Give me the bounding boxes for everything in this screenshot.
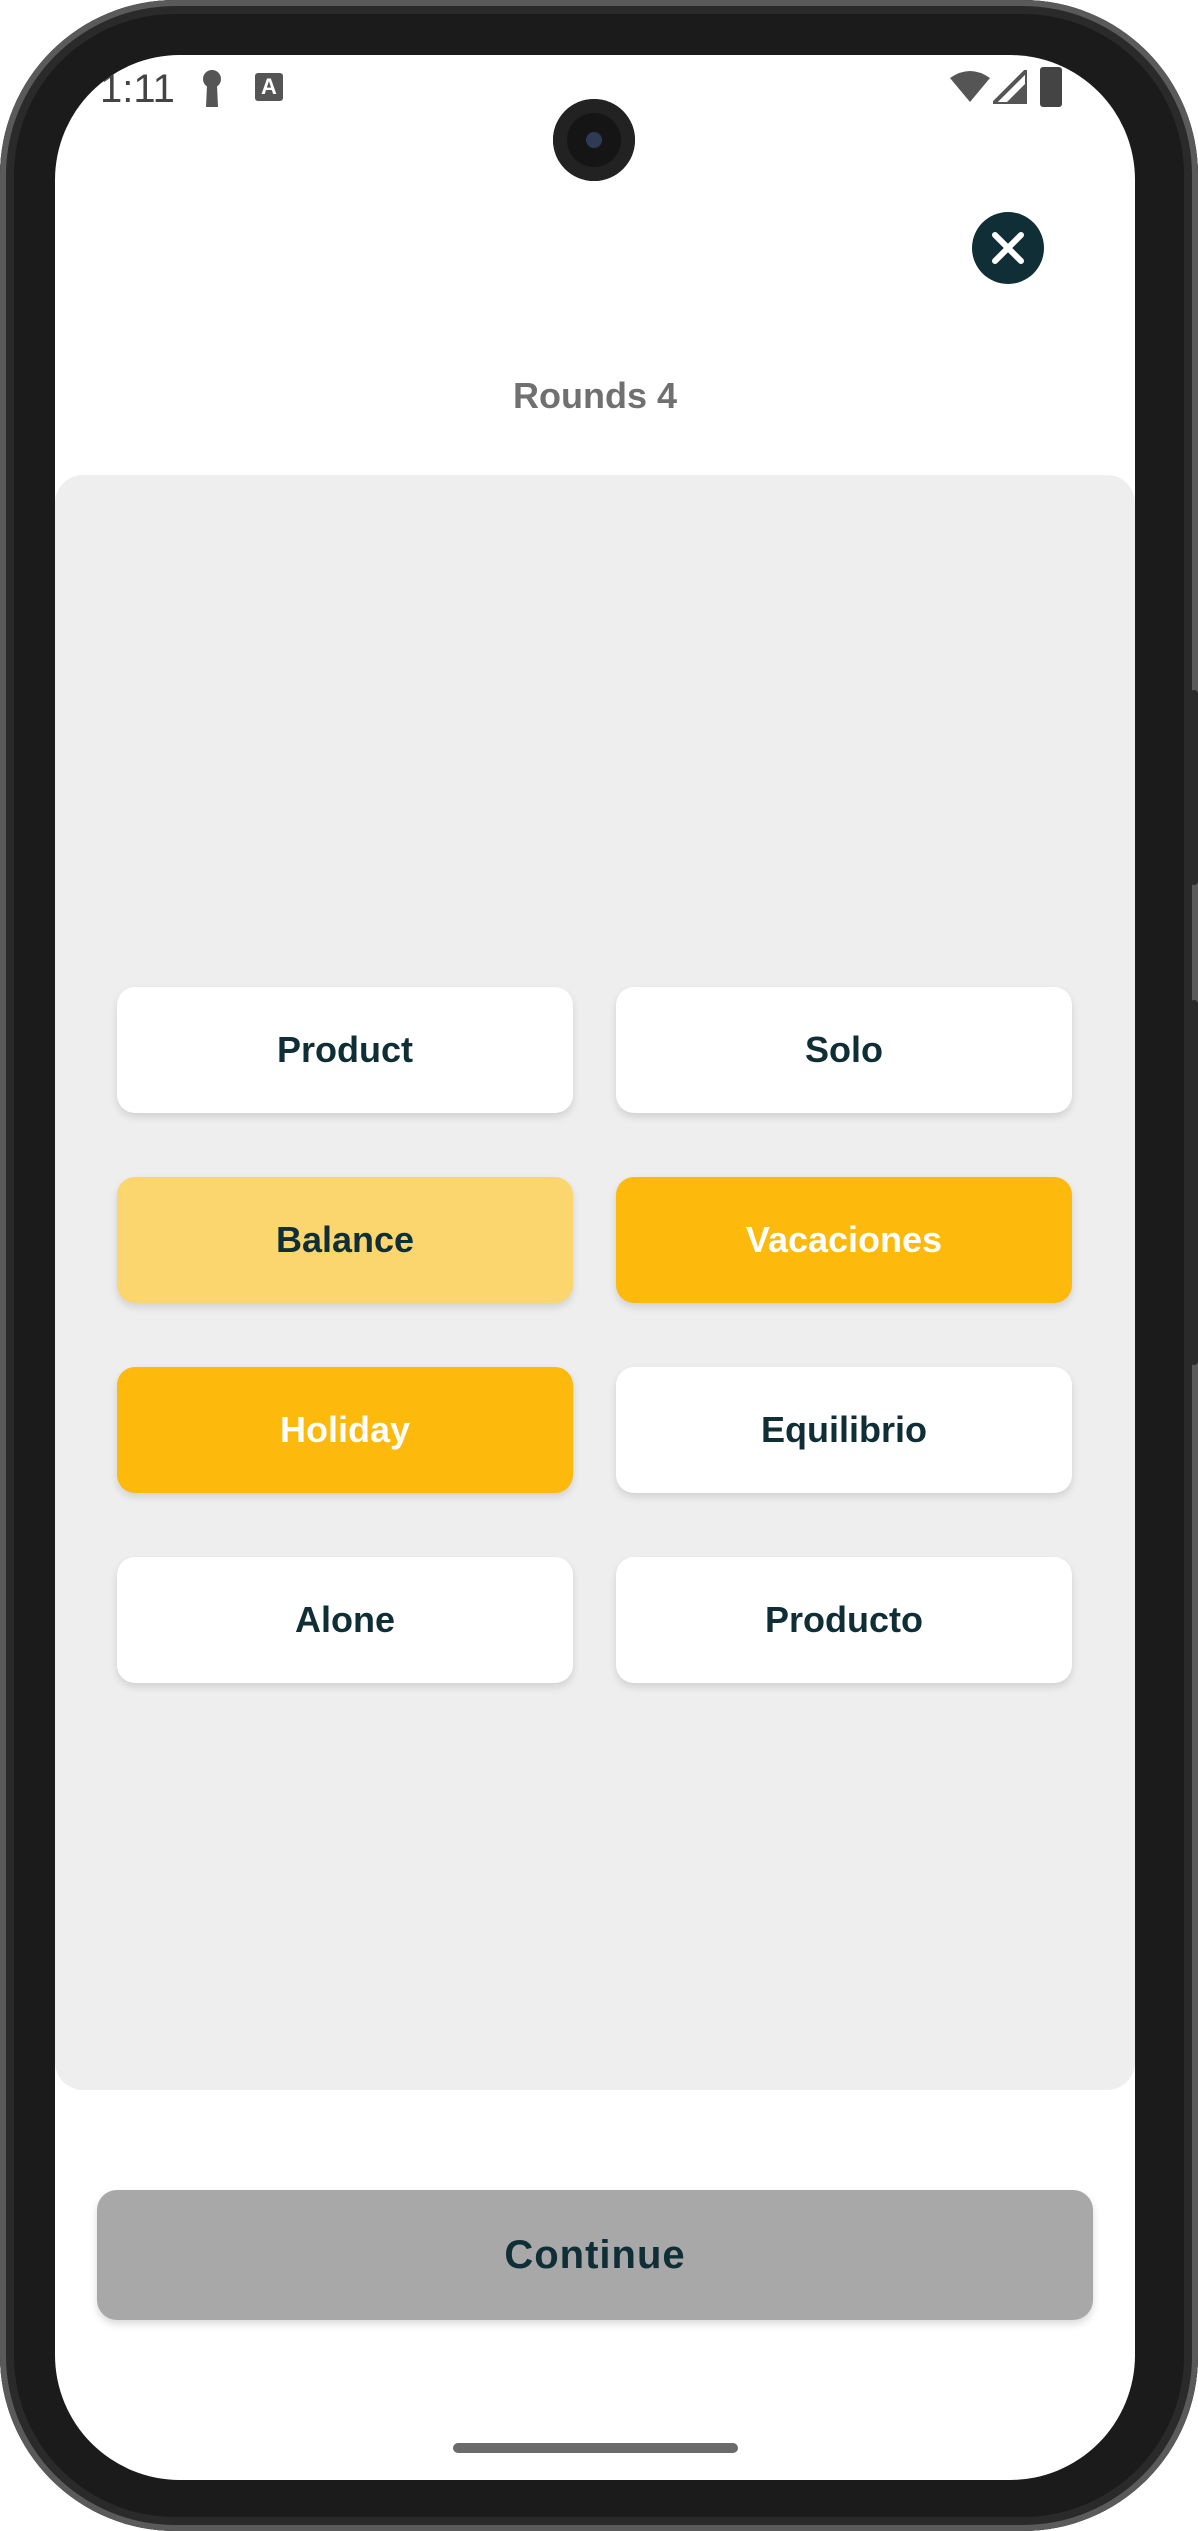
home-indicator[interactable] [453, 2443, 738, 2453]
battery-icon [1040, 67, 1062, 107]
front-camera [553, 99, 635, 181]
tile-solo[interactable]: Solo [616, 987, 1072, 1113]
text-notification-icon: A [255, 73, 283, 101]
tile-equilibrio[interactable]: Equilibrio [616, 1367, 1072, 1493]
phone-frame: 1:11 A Rounds 4 Product Solo Balance Vac… [0, 0, 1198, 2531]
status-time: 1:11 [100, 67, 175, 111]
tile-alone[interactable]: Alone [117, 1557, 573, 1683]
screen: 1:11 A Rounds 4 Product Solo Balance Vac… [55, 55, 1135, 2480]
close-icon [992, 232, 1024, 264]
tile-product[interactable]: Product [117, 987, 573, 1113]
close-button[interactable] [972, 212, 1044, 284]
tile-holiday[interactable]: Holiday [117, 1367, 573, 1493]
rounds-counter: Rounds 4 [512, 375, 677, 416]
vpn-key-icon [203, 70, 221, 107]
volume-button [1190, 690, 1198, 885]
tile-vacaciones[interactable]: Vacaciones [616, 1177, 1072, 1303]
wifi-icon [950, 71, 990, 102]
signal-icon [993, 70, 1027, 104]
power-button [1190, 1000, 1198, 1365]
continue-button[interactable]: Continue [97, 2190, 1093, 2320]
tile-balance[interactable]: Balance [117, 1177, 573, 1303]
tile-producto[interactable]: Producto [616, 1557, 1072, 1683]
